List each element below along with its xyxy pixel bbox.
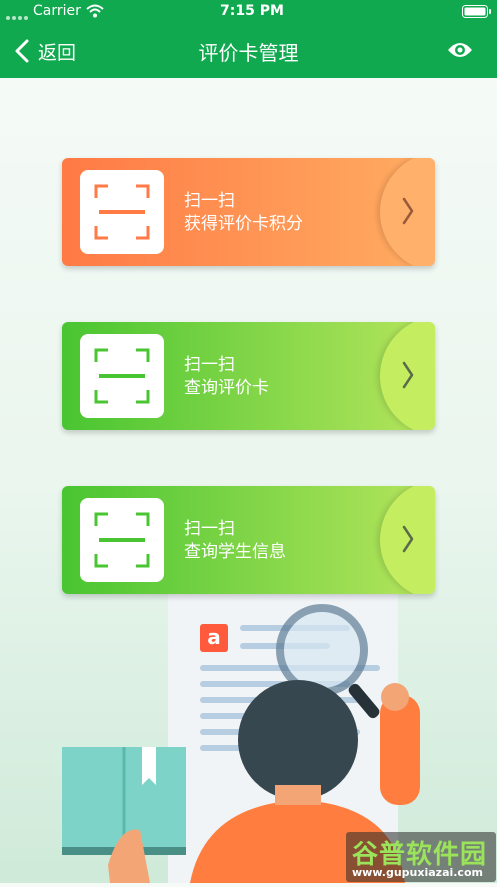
wifi-icon xyxy=(86,4,104,22)
card-line2: 查询学生信息 xyxy=(184,542,286,562)
document-badge: a xyxy=(200,624,228,652)
navigation-bar: 返回 评价卡管理 xyxy=(0,22,497,78)
scan-frame-icon xyxy=(80,334,164,418)
status-time: 7:15 PM xyxy=(220,3,284,19)
scan-frame-icon xyxy=(80,170,164,254)
card-text: 扫一扫 查询评价卡 xyxy=(184,354,269,400)
scan-student-card[interactable]: 扫一扫 查询学生信息 xyxy=(62,486,435,594)
card-arrow-area xyxy=(380,486,435,594)
card-line2: 查询评价卡 xyxy=(184,378,269,398)
chevron-right-icon xyxy=(402,361,414,389)
card-line1: 扫一扫 xyxy=(184,191,235,211)
battery-icon xyxy=(462,5,492,22)
card-text: 扫一扫 查询学生信息 xyxy=(184,518,286,564)
chevron-right-icon xyxy=(402,197,414,225)
scan-points-card[interactable]: 扫一扫 获得评价卡积分 xyxy=(62,158,435,266)
scan-query-card[interactable]: 扫一扫 查询评价卡 xyxy=(62,322,435,430)
status-bar: Carrier 7:15 PM xyxy=(0,0,497,22)
card-text: 扫一扫 获得评价卡积分 xyxy=(184,190,303,236)
card-line2: 获得评价卡积分 xyxy=(184,214,303,234)
card-line1: 扫一扫 xyxy=(184,355,235,375)
card-arrow-area xyxy=(380,158,435,266)
card-line1: 扫一扫 xyxy=(184,519,235,539)
eye-icon[interactable] xyxy=(447,40,473,64)
chevron-right-icon xyxy=(402,525,414,553)
carrier-label: Carrier xyxy=(33,3,81,19)
scan-frame-icon xyxy=(80,498,164,582)
card-arrow-area xyxy=(380,322,435,430)
watermark: 谷普软件园 www.gupuxiazai.com xyxy=(346,832,496,882)
page-title: 评价卡管理 xyxy=(198,41,299,65)
watermark-url: www.gupuxiazai.com xyxy=(352,866,483,879)
